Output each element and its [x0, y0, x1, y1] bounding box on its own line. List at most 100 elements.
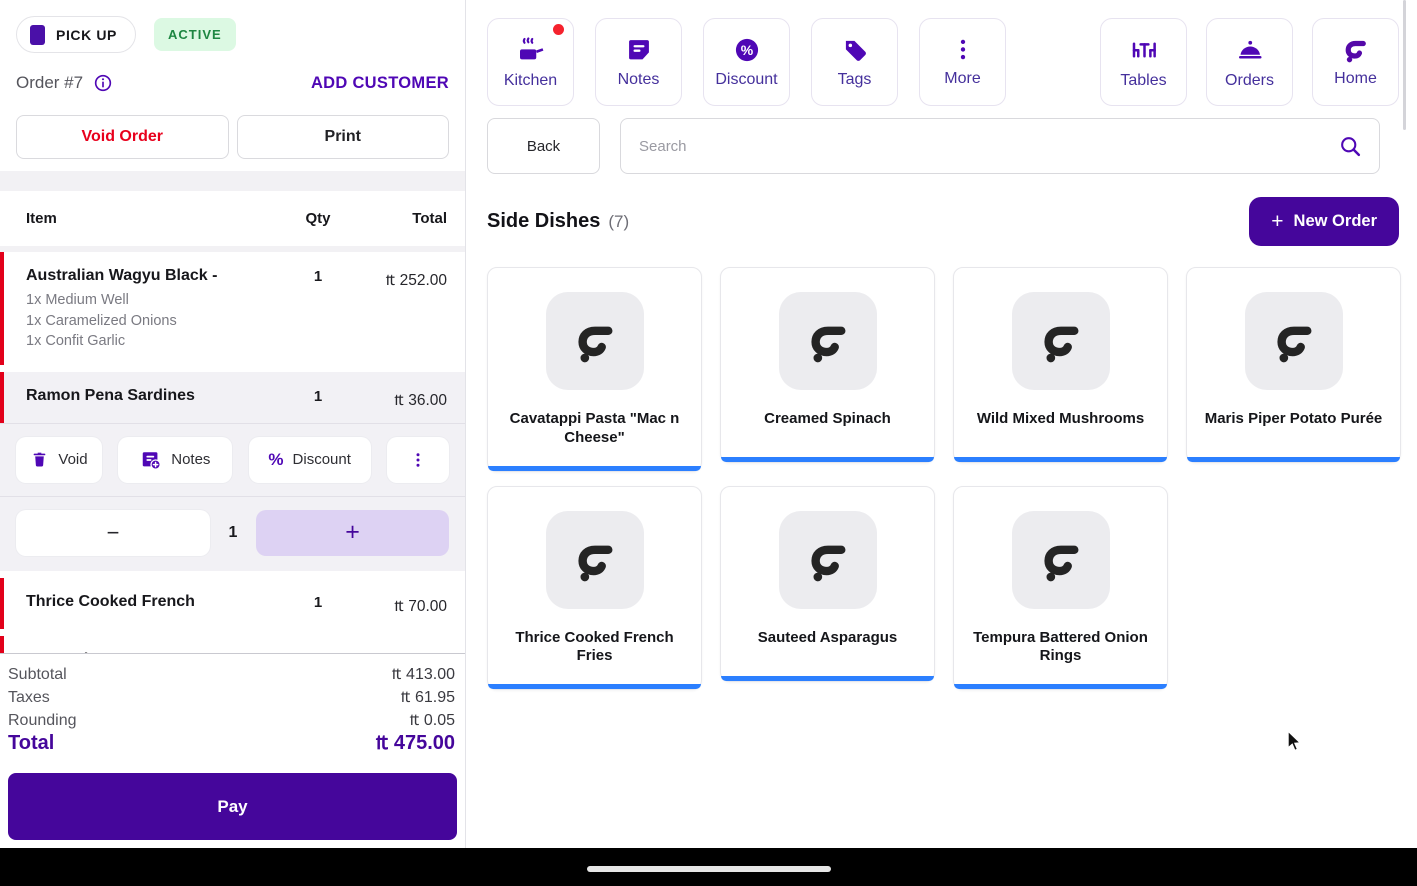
notes-icon — [625, 36, 653, 64]
new-order-button[interactable]: + New Order — [1249, 197, 1399, 246]
system-bottom-bar — [0, 848, 1417, 886]
toolbar: Kitchen Notes % Discount More Tags — [487, 18, 1399, 106]
divider-band — [0, 171, 465, 191]
tags-button[interactable]: More Tags — [811, 18, 898, 106]
tag-icon — [841, 36, 869, 64]
order-totals: Subtotal ₶ 413.00 Taxes ₶ 61.95 Rounding… — [0, 653, 465, 761]
brand-logo-icon — [1038, 318, 1084, 364]
tags-label: Tags — [838, 71, 872, 89]
qty-increase-button[interactable]: + — [256, 510, 449, 556]
scrollbar-thumb[interactable] — [1403, 0, 1406, 130]
taxes-value: ₶ 61.95 — [401, 686, 455, 709]
item-name: Thrice Cooked French — [26, 593, 289, 611]
subtotal-value: ₶ 413.00 — [392, 663, 455, 686]
taxes-label: Taxes — [8, 686, 50, 709]
discount-button[interactable]: % Discount — [703, 18, 790, 106]
orders-button[interactable]: Orders — [1206, 18, 1293, 106]
item-qty: 1 — [295, 387, 341, 405]
item-discount-label: Discount — [293, 451, 351, 468]
search-input[interactable] — [639, 138, 1338, 155]
tables-label: Tables — [1120, 72, 1166, 90]
dish-image-placeholder — [1012, 292, 1110, 390]
tables-button[interactable]: Tables — [1100, 18, 1187, 106]
qty-value: 1 — [210, 524, 256, 542]
card-accent-bar — [721, 457, 934, 462]
brand-logo-icon — [805, 318, 851, 364]
dish-image-placeholder — [1245, 292, 1343, 390]
subtotal-label: Subtotal — [8, 663, 67, 686]
order-item-row[interactable]: Ramon Pena Sardines 1 ₶ 36.00 — [0, 372, 465, 423]
item-more-button[interactable] — [387, 437, 449, 483]
order-number: Order #7 — [16, 73, 83, 93]
dish-card[interactable]: Creamed Spinach — [720, 267, 935, 463]
order-panel: PICK UP ACTIVE Order #7 ADD CUSTOMER Voi… — [0, 0, 466, 848]
notification-dot — [553, 24, 564, 35]
add-customer-button[interactable]: ADD CUSTOMER — [311, 74, 449, 93]
plus-icon: + — [1271, 211, 1283, 232]
selected-item-section: Ramon Pena Sardines 1 ₶ 36.00 Void Notes — [0, 372, 465, 571]
rounding-value: ₶ 0.05 — [409, 709, 455, 732]
void-item-button[interactable]: Void — [16, 437, 102, 483]
order-item-row[interactable]: Sauteed Asparagus 1 ₶ 55.00 — [0, 636, 465, 653]
pos-app: PICK UP ACTIVE Order #7 ADD CUSTOMER Voi… — [0, 0, 1417, 886]
info-icon[interactable] — [92, 72, 114, 94]
brand-logo-icon — [572, 318, 618, 364]
item-discount-button[interactable]: % Discount — [249, 437, 371, 483]
category-title: Side Dishes — [487, 210, 600, 233]
dish-card[interactable]: Cavatappi Pasta "Mac n Cheese" — [487, 267, 702, 472]
home-indicator[interactable] — [587, 866, 831, 872]
dish-name: Maris Piper Potato Purée — [1197, 410, 1390, 429]
search-icon[interactable] — [1338, 134, 1363, 159]
order-item-row[interactable]: Australian Wagyu Black - 1x Medium Well … — [0, 252, 465, 365]
home-label: Home — [1334, 70, 1377, 88]
item-total: ₶ 252.00 — [341, 267, 447, 290]
item-notes-button[interactable]: Notes — [118, 437, 232, 483]
order-type-selector[interactable]: PICK UP — [16, 16, 136, 53]
print-button[interactable]: Print — [237, 115, 450, 159]
void-order-button[interactable]: Void Order — [16, 115, 229, 159]
dish-image-placeholder — [779, 292, 877, 390]
search-box[interactable] — [620, 118, 1380, 174]
brand-logo-icon — [805, 537, 851, 583]
new-order-label: New Order — [1294, 212, 1377, 231]
total-label: Total — [8, 732, 54, 755]
pickup-bag-icon — [30, 25, 45, 45]
back-button[interactable]: Back — [487, 118, 600, 174]
item-total: ₶ 70.00 — [341, 593, 447, 616]
dish-card[interactable]: Wild Mixed Mushrooms — [953, 267, 1168, 463]
percent-icon: % — [268, 450, 283, 470]
dish-card[interactable]: Maris Piper Potato Purée — [1186, 267, 1401, 463]
col-item-label: Item — [26, 210, 295, 227]
discount-label: Discount — [715, 71, 777, 89]
item-notes-label: Notes — [171, 451, 210, 468]
dish-card[interactable]: Sauteed Asparagus — [720, 486, 935, 682]
more-button[interactable]: More — [919, 18, 1006, 106]
more-label: More — [944, 70, 980, 88]
item-name: Ramon Pena Sardines — [26, 387, 289, 405]
pay-button[interactable]: Pay — [8, 773, 457, 840]
qty-decrease-button[interactable]: − — [16, 510, 210, 556]
dish-name: Cavatappi Pasta "Mac n Cheese" — [498, 410, 691, 448]
home-button[interactable]: Home — [1312, 18, 1399, 106]
catalog-panel: Kitchen Notes % Discount More Tags — [467, 0, 1417, 848]
dish-card[interactable]: Thrice Cooked French Fries — [487, 486, 702, 691]
dish-card[interactable]: Tempura Battered Onion Rings — [953, 486, 1168, 691]
kitchen-button[interactable]: Kitchen — [487, 18, 574, 106]
discount-percent-icon: % — [733, 36, 761, 64]
card-accent-bar — [488, 684, 701, 689]
dish-name: Sauteed Asparagus — [731, 629, 924, 648]
item-name: Australian Wagyu Black - — [26, 267, 289, 285]
dish-grid: Cavatappi Pasta "Mac n Cheese" Creamed S… — [487, 267, 1399, 690]
order-header: PICK UP ACTIVE Order #7 ADD CUSTOMER Voi… — [0, 0, 465, 171]
dish-name: Wild Mixed Mushrooms — [964, 410, 1157, 429]
void-item-label: Void — [58, 451, 87, 468]
col-total-label: Total — [341, 210, 447, 227]
order-item-row[interactable]: Thrice Cooked French 1 ₶ 70.00 — [0, 578, 465, 629]
items-table-header: Item Qty Total — [0, 191, 465, 246]
brand-logo-icon — [1271, 318, 1317, 364]
card-accent-bar — [954, 684, 1167, 689]
notes-button[interactable]: Notes — [595, 18, 682, 106]
item-modifier: 1x Medium Well — [26, 290, 289, 311]
kebab-menu-icon — [950, 37, 976, 63]
order-items-list[interactable]: Australian Wagyu Black - 1x Medium Well … — [0, 252, 465, 653]
